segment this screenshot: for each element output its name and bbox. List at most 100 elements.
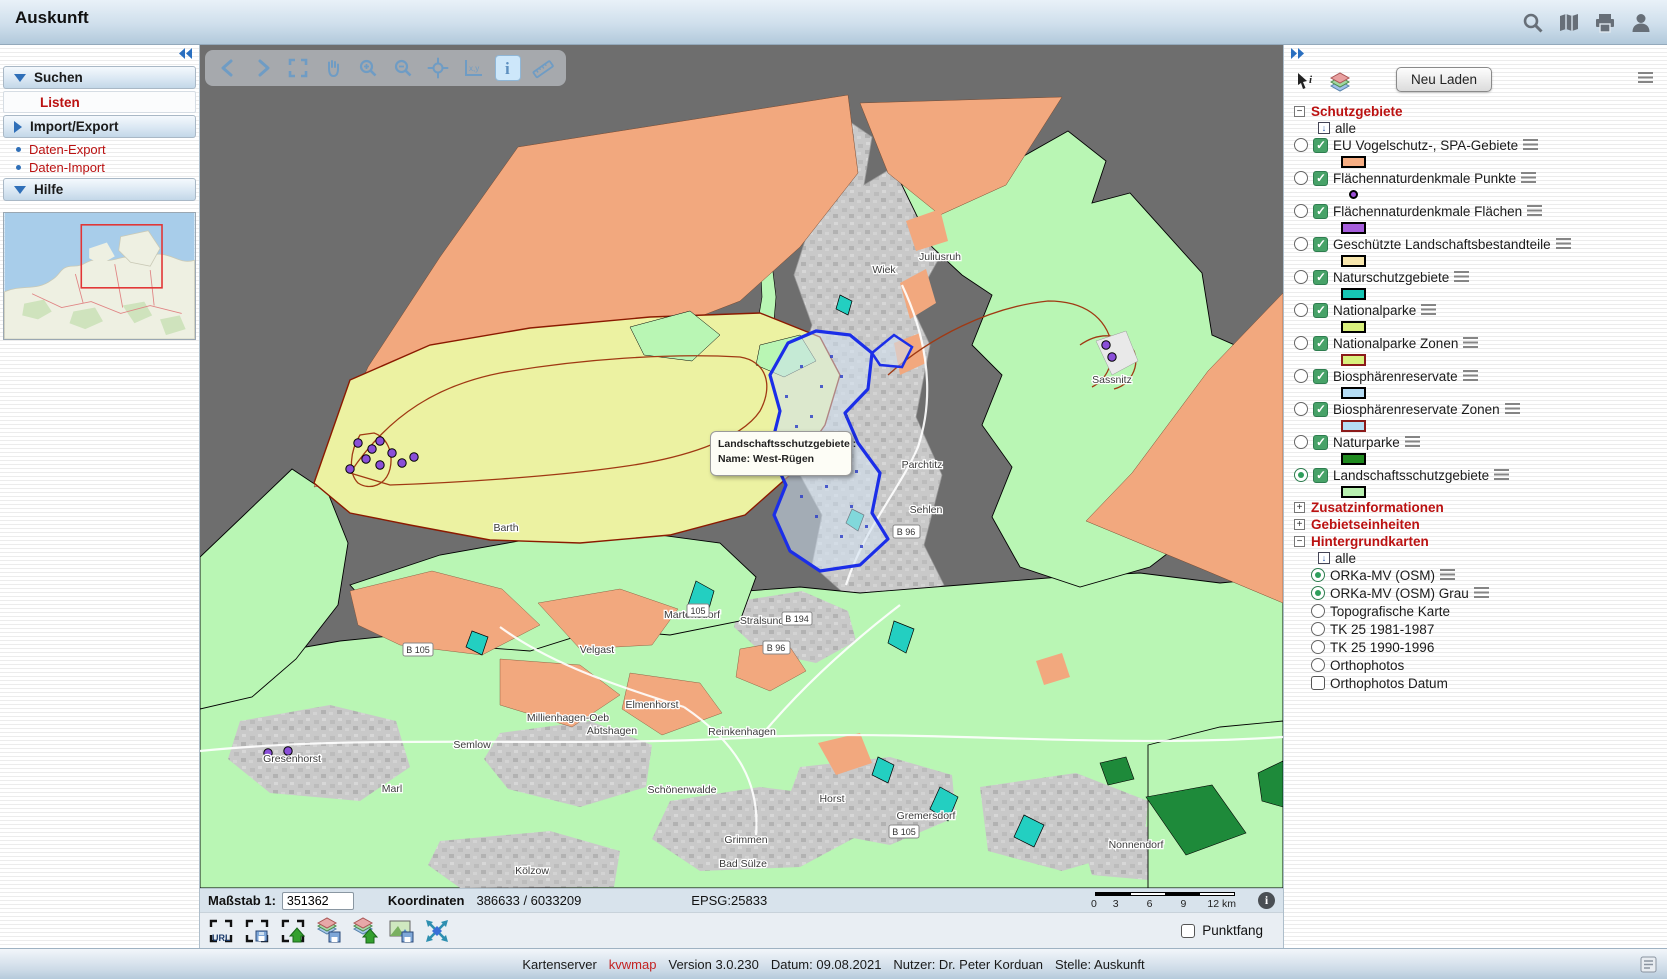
layer-radio[interactable] xyxy=(1294,171,1308,185)
expand-legend-icon[interactable] xyxy=(1290,47,1305,60)
layer-checkbox[interactable] xyxy=(1313,369,1328,384)
layer-label[interactable]: EU Vogelschutz-, SPA-Gebiete xyxy=(1333,138,1518,153)
group-label[interactable]: Hintergrundkarten xyxy=(1311,534,1429,549)
collapse-sidebar-icon[interactable] xyxy=(178,47,193,60)
layer-menu-icon[interactable] xyxy=(1463,370,1478,382)
layer-radio[interactable] xyxy=(1294,402,1308,416)
layer-menu-icon[interactable] xyxy=(1405,436,1420,448)
layer-label[interactable]: Naturschutzgebiete xyxy=(1333,270,1449,285)
layer-menu-icon[interactable] xyxy=(1463,337,1478,349)
layer-checkbox[interactable] xyxy=(1313,138,1328,153)
group-label[interactable]: Schutzgebiete xyxy=(1311,104,1403,119)
full-extent-button[interactable] xyxy=(285,55,311,81)
expand-toggle-icon[interactable]: + xyxy=(1294,519,1305,530)
layer-label[interactable]: Flächennaturdenkmale Punkte xyxy=(1333,171,1516,186)
legend-menu-icon[interactable] xyxy=(1638,72,1653,84)
basemap-checkbox[interactable] xyxy=(1311,676,1325,690)
basemap-radio[interactable] xyxy=(1311,568,1325,582)
layer-checkbox[interactable] xyxy=(1313,435,1328,450)
info-select-icon[interactable]: i xyxy=(1296,72,1318,92)
map-canvas[interactable]: Wiek Juliusruh Sassnitz Parchtitz Sehlen… xyxy=(200,45,1283,888)
layer-menu-icon[interactable] xyxy=(1523,139,1538,151)
layer-menu-icon[interactable] xyxy=(1556,238,1571,250)
collapse-toggle-icon[interactable]: − xyxy=(1294,536,1305,547)
extent-url-button[interactable]: URL xyxy=(206,917,236,945)
layers-load-button[interactable] xyxy=(350,917,380,945)
print-icon[interactable] xyxy=(1593,11,1617,35)
layer-radio[interactable] xyxy=(1294,237,1308,251)
layer-checkbox[interactable] xyxy=(1313,204,1328,219)
group-label[interactable]: Gebietseinheiten xyxy=(1311,517,1420,532)
punktfang-checkbox[interactable] xyxy=(1181,924,1195,938)
layer-checkbox[interactable] xyxy=(1313,171,1328,186)
menu-section-suchen[interactable]: Suchen xyxy=(3,66,196,89)
search-icon[interactable] xyxy=(1521,11,1545,35)
pan-tool-button[interactable] xyxy=(320,55,346,81)
layer-menu-icon[interactable] xyxy=(1454,271,1469,283)
layer-menu-icon[interactable] xyxy=(1494,469,1509,481)
image-save-button[interactable] xyxy=(386,917,416,945)
scale-input[interactable] xyxy=(282,892,354,910)
layer-radio[interactable] xyxy=(1294,270,1308,284)
layer-checkbox[interactable] xyxy=(1313,303,1328,318)
menu-section-hilfe[interactable]: Hilfe xyxy=(3,178,196,201)
history-forward-button[interactable] xyxy=(250,55,276,81)
layer-menu-icon[interactable] xyxy=(1527,205,1542,217)
select-all-row[interactable]: ↓ alle xyxy=(1294,120,1667,136)
layers-icon[interactable] xyxy=(1328,71,1352,93)
layer-checkbox[interactable] xyxy=(1313,336,1328,351)
layer-radio[interactable] xyxy=(1294,468,1308,482)
layer-label[interactable]: Naturparke xyxy=(1333,435,1400,450)
layer-radio[interactable] xyxy=(1294,204,1308,218)
layer-radio[interactable] xyxy=(1294,138,1308,152)
layer-checkbox[interactable] xyxy=(1313,237,1328,252)
basemap-label[interactable]: ORKa-MV (OSM) Grau xyxy=(1330,586,1469,601)
basemap-radio[interactable] xyxy=(1311,658,1325,672)
history-back-button[interactable] xyxy=(215,55,241,81)
layer-label[interactable]: Landschaftsschutzgebiete xyxy=(1333,468,1489,483)
basemap-radio[interactable] xyxy=(1311,622,1325,636)
basemap-label[interactable]: Orthophotos Datum xyxy=(1330,676,1448,691)
layer-radio[interactable] xyxy=(1294,435,1308,449)
layer-label[interactable]: Biosphärenreservate Zonen xyxy=(1333,402,1500,417)
layer-checkbox[interactable] xyxy=(1313,468,1328,483)
basemap-label[interactable]: ORKa-MV (OSM) xyxy=(1330,568,1435,583)
menu-item-daten-export[interactable]: Daten-Export xyxy=(2,140,197,158)
layer-checkbox[interactable] xyxy=(1313,270,1328,285)
expand-toggle-icon[interactable]: + xyxy=(1294,502,1305,513)
zoom-in-button[interactable] xyxy=(355,55,381,81)
layers-save-button[interactable] xyxy=(314,917,344,945)
basemap-label[interactable]: Topografische Karte xyxy=(1330,604,1450,619)
basemap-label[interactable]: Orthophotos xyxy=(1330,658,1404,673)
extent-load-button[interactable] xyxy=(278,917,308,945)
zoom-extent-button[interactable] xyxy=(422,917,452,945)
layer-radio[interactable] xyxy=(1294,303,1308,317)
info-button[interactable]: i xyxy=(1258,892,1275,909)
measure-tool-button[interactable] xyxy=(530,55,556,81)
basemap-label[interactable]: TK 25 1990-1996 xyxy=(1330,640,1434,655)
layer-radio[interactable] xyxy=(1294,336,1308,350)
menu-section-import-export[interactable]: Import/Export xyxy=(3,115,196,138)
layer-menu-icon[interactable] xyxy=(1474,587,1489,599)
map-icon[interactable] xyxy=(1557,11,1581,35)
overview-map[interactable] xyxy=(3,212,196,340)
basemap-label[interactable]: TK 25 1981-1987 xyxy=(1330,622,1434,637)
layer-menu-icon[interactable] xyxy=(1440,569,1455,581)
recenter-button[interactable] xyxy=(425,55,451,81)
info-tool-button[interactable]: i xyxy=(495,55,521,81)
zoom-out-button[interactable] xyxy=(390,55,416,81)
layer-label[interactable]: Nationalparke Zonen xyxy=(1333,336,1458,351)
user-icon[interactable] xyxy=(1629,11,1653,35)
menu-item-daten-import[interactable]: Daten-Import xyxy=(2,158,197,176)
basemap-radio[interactable] xyxy=(1311,640,1325,654)
collapse-toggle-icon[interactable]: − xyxy=(1294,106,1305,117)
layer-label[interactable]: Nationalparke xyxy=(1333,303,1416,318)
layer-menu-icon[interactable] xyxy=(1521,172,1536,184)
reload-button[interactable]: Neu Laden xyxy=(1396,67,1492,92)
menu-item-listen[interactable]: Listen xyxy=(3,91,196,113)
basemap-radio[interactable] xyxy=(1311,586,1325,600)
log-icon[interactable] xyxy=(1640,956,1657,973)
layer-menu-icon[interactable] xyxy=(1421,304,1436,316)
layer-label[interactable]: Flächennaturdenkmale Flächen xyxy=(1333,204,1522,219)
layer-menu-icon[interactable] xyxy=(1505,403,1520,415)
